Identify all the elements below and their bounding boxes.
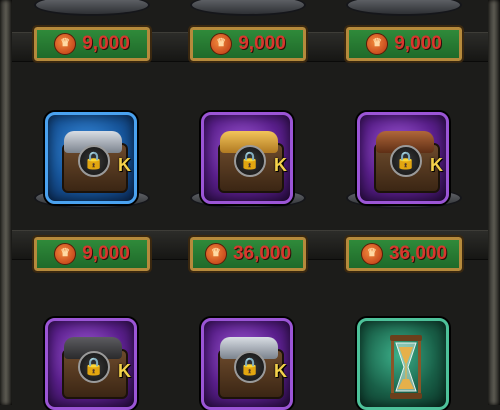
pedestal (190, 0, 306, 16)
price-value: 36,000 (388, 243, 448, 264)
iron-resource-chest-item[interactable]: 5K 🔒 (201, 318, 293, 410)
frame-right (488, 0, 500, 405)
price-button[interactable]: ♛ 9,000 (344, 25, 464, 63)
gold-shield-coin-icon: ♛ (210, 33, 233, 55)
price-button[interactable]: ♛ 9,000 (32, 25, 152, 63)
price-value: 9,000 (238, 33, 286, 54)
gold-shield-coin-icon: ♛ (360, 243, 383, 265)
price-value: 9,000 (82, 243, 130, 264)
gold-shield-coin-icon: ♛ (366, 33, 389, 55)
pedestal (34, 0, 150, 16)
gold-shield-coin-icon: ♛ (54, 33, 77, 55)
padlock-icon: 🔒 (234, 145, 266, 177)
hourglass-icon (390, 335, 422, 399)
price-value: 9,000 (394, 33, 442, 54)
hourglass-speedup-item[interactable] (357, 318, 449, 410)
wood-resource-chest-item[interactable]: 5K 🔒 (357, 112, 449, 204)
price-button[interactable]: ♛ 36,000 (188, 235, 308, 273)
padlock-icon: 🔒 (78, 145, 110, 177)
price-button[interactable]: ♛ 9,000 (188, 25, 308, 63)
padlock-icon: 🔒 (390, 145, 422, 177)
gold-shield-coin-icon: ♛ (204, 243, 227, 265)
price-value: 36,000 (232, 243, 292, 264)
padlock-icon: 🔒 (234, 351, 266, 383)
pedestal (346, 0, 462, 16)
frame-left (0, 0, 12, 405)
iron-resource-chest-item[interactable]: 1K 🔒 (45, 112, 137, 204)
gold-shield-coin-icon: ♛ (54, 243, 77, 265)
grain-resource-chest-item[interactable]: 5K 🔒 (201, 112, 293, 204)
stone-resource-chest-item[interactable]: 5K 🔒 (45, 318, 137, 410)
price-button[interactable]: ♛ 36,000 (344, 235, 464, 273)
price-button[interactable]: ♛ 9,000 (32, 235, 152, 273)
price-value: 9,000 (82, 33, 130, 54)
padlock-icon: 🔒 (78, 351, 110, 383)
